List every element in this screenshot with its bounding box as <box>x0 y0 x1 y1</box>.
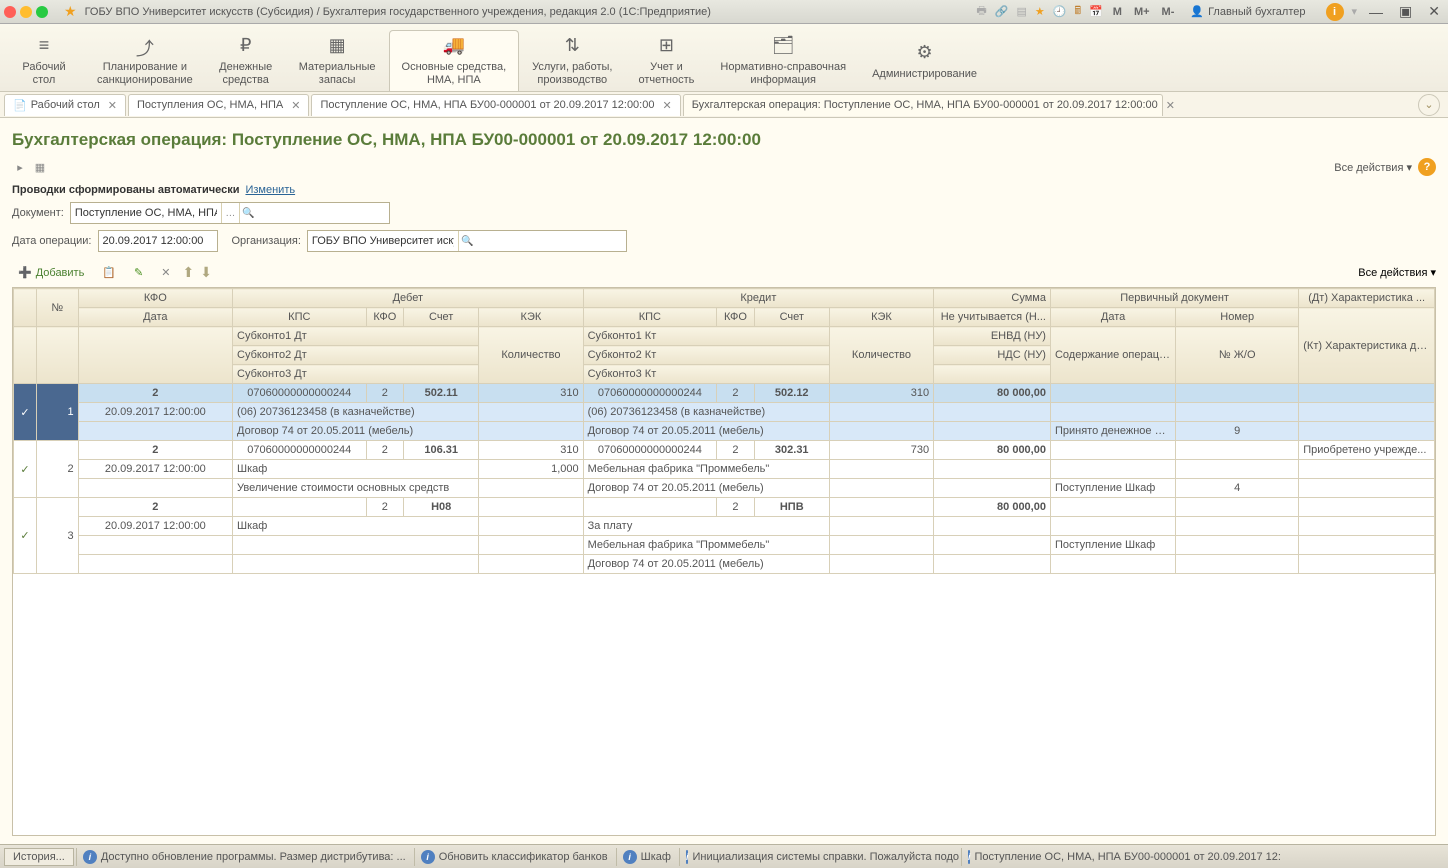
maximize-window-icon[interactable] <box>36 6 48 18</box>
nav-materials[interactable]: ▦Материальныезапасы <box>286 30 389 91</box>
entries-grid[interactable]: № КФО Дебет Кредит Сумма Первичный докум… <box>12 287 1436 836</box>
grid-icon: ▦ <box>329 35 346 57</box>
document-input[interactable]: … 🔍 <box>70 202 390 224</box>
star-icon[interactable]: ★ <box>64 3 77 20</box>
nav-desktop[interactable]: ≡Рабочийстол <box>4 30 84 91</box>
date-input[interactable] <box>98 230 218 252</box>
date-label: Дата операции: <box>12 235 92 247</box>
folders-icon: 🗂 <box>772 35 795 57</box>
mminus-button[interactable]: M- <box>1160 6 1177 18</box>
edit-button[interactable]: ✎ <box>128 264 149 281</box>
status-item[interactable]: iИнициализация системы справки. Пожалуйс… <box>679 848 959 866</box>
action-icon-1[interactable]: ▸ <box>12 159 28 175</box>
all-actions-link[interactable]: Все действия ▾ <box>1334 161 1412 174</box>
close-icon[interactable]: ✕ <box>291 99 300 112</box>
sliders-icon: ⇅ <box>565 35 580 57</box>
table-row[interactable]: ✓3 2 2Н08 2НПВ 80 000,00 <box>14 498 1435 517</box>
mplus-button[interactable]: M+ <box>1132 6 1152 18</box>
plus-icon: ➕ <box>18 266 32 279</box>
clock-icon[interactable]: 🕘 <box>1053 5 1067 18</box>
action-icon-2[interactable]: ▦ <box>32 159 48 175</box>
doc-title: Бухгалтерская операция: Поступление ОС, … <box>12 130 1436 150</box>
tab-receipt-doc[interactable]: Поступление ОС, НМА, НПА БУ00-000001 от … <box>311 94 680 116</box>
org-label: Организация: <box>232 235 301 247</box>
close-icon[interactable]: ✕ <box>108 99 117 112</box>
nav-services[interactable]: ⇅Услуги, работы,производство <box>519 30 625 91</box>
tab-strip: 📄Рабочий стол✕ Поступления ОС, НМА, НПА✕… <box>0 92 1448 118</box>
nav-money[interactable]: ₽Денежныесредства <box>206 30 286 91</box>
table-row[interactable]: ✓ 1 2 070600000000002442502.11310 070600… <box>14 384 1435 403</box>
status-item[interactable]: iОбновить классификатор банков <box>414 848 614 866</box>
ruble-icon: ₽ <box>240 35 251 57</box>
copy-button[interactable]: 📋 <box>96 264 122 281</box>
tab-receipts-list[interactable]: Поступления ОС, НМА, НПА✕ <box>128 94 309 116</box>
add-button[interactable]: ➕Добавить <box>12 264 90 281</box>
m-button[interactable]: M <box>1111 6 1124 18</box>
search-icon[interactable]: 🔍 <box>239 203 257 223</box>
gear-icon: ⚙ <box>916 42 932 64</box>
truck-icon: 🚚 <box>443 35 465 57</box>
nav-planning[interactable]: ⤴Планирование исанкционирование <box>84 30 206 91</box>
print-icon[interactable]: 🖶 <box>976 2 986 21</box>
up-arrow-icon[interactable]: ⬆ <box>182 264 194 281</box>
calc-icon[interactable]: 🖩 <box>1074 2 1081 21</box>
close-icon[interactable]: ✕ <box>1424 3 1444 20</box>
doc-area: Бухгалтерская операция: Поступление ОС, … <box>0 118 1448 844</box>
auto-postings-label: Проводки сформированы автоматически <box>12 184 239 196</box>
history-button[interactable]: История... <box>4 848 74 866</box>
db-icon[interactable]: ▤ <box>1016 5 1026 18</box>
info-icon: i <box>686 850 689 864</box>
info-icon: i <box>968 850 971 864</box>
search-icon[interactable]: 🔍 <box>458 231 476 251</box>
min-icon[interactable]: — <box>1365 4 1387 20</box>
down-arrow-icon[interactable]: ⬇ <box>200 264 212 281</box>
tab-accounting-op[interactable]: Бухгалтерская операция: Поступление ОС, … <box>683 94 1163 116</box>
branch-icon: ⤴ <box>136 35 154 57</box>
status-item[interactable]: iШкаф <box>616 848 677 866</box>
nav-admin[interactable]: ⚙Администрирование <box>859 30 990 91</box>
table-row[interactable]: ✓2 2 070600000000002442106.31310 0706000… <box>14 441 1435 460</box>
close-icon[interactable]: ✕ <box>662 99 671 112</box>
tab-desktop[interactable]: 📄Рабочий стол✕ <box>4 94 126 116</box>
help-icon[interactable]: i <box>1326 3 1344 21</box>
chevron-down-icon[interactable]: ⌄ <box>1418 94 1440 116</box>
change-link[interactable]: Изменить <box>245 184 295 196</box>
structure-icon: ⊞ <box>659 35 674 57</box>
menu-icon: ≡ <box>39 35 50 57</box>
nav-reference[interactable]: 🗂Нормативно-справочнаяинформация <box>707 30 859 91</box>
window-title: ГОБУ ВПО Университет искусств (Субсидия)… <box>85 6 977 18</box>
link-icon[interactable]: 🔗 <box>995 5 1009 18</box>
info-icon: i <box>83 850 97 864</box>
close-icon[interactable]: ✕ <box>1166 99 1175 112</box>
fav-icon[interactable]: ★ <box>1035 5 1045 18</box>
info-icon: i <box>421 850 435 864</box>
titlebar: ★ ГОБУ ВПО Университет искусств (Субсиди… <box>0 0 1448 24</box>
status-item[interactable]: iПоступление ОС, НМА, НПА БУ00-000001 от… <box>961 848 1281 866</box>
delete-button[interactable]: ✕ <box>155 264 176 281</box>
minimize-window-icon[interactable] <box>20 6 32 18</box>
status-item[interactable]: iДоступно обновление программы. Размер д… <box>76 848 412 866</box>
grid-all-actions[interactable]: Все действия ▾ <box>1358 266 1436 279</box>
document-label: Документ: <box>12 207 64 219</box>
calendar-icon[interactable]: 📅 <box>1089 5 1103 18</box>
statusbar: История... iДоступно обновление программ… <box>0 844 1448 868</box>
close-window-icon[interactable] <box>4 6 16 18</box>
user-label[interactable]: 👤Главный бухгалтер <box>1184 5 1311 18</box>
tab-icon: 📄 <box>13 99 27 112</box>
info-icon: i <box>623 850 637 864</box>
restore-icon[interactable]: ▣ <box>1395 3 1416 20</box>
nav-fixed-assets[interactable]: 🚚Основные средства,НМА, НПА <box>389 30 520 91</box>
nav-toolbar: ≡Рабочийстол ⤴Планирование исанкциониров… <box>0 24 1448 92</box>
ellipsis-icon[interactable]: … <box>221 203 239 223</box>
nav-accounting[interactable]: ⊞Учет иотчетность <box>625 30 707 91</box>
org-input[interactable]: 🔍 <box>307 230 627 252</box>
help-icon[interactable]: ? <box>1418 158 1436 176</box>
